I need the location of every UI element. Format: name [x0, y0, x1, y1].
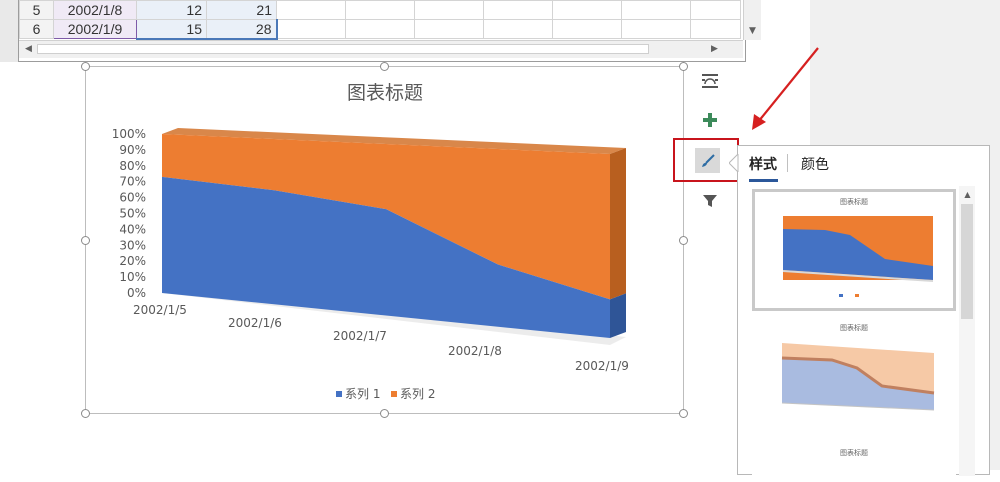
chart-elements-button[interactable] [697, 107, 723, 133]
tab-style[interactable]: 样式 [749, 154, 777, 174]
tab-color[interactable]: 颜色 [801, 154, 829, 174]
style-thumbnail-1[interactable]: 图表标题 [752, 189, 956, 311]
thumbnail-preview [781, 343, 935, 411]
chart-styles-button-bg [695, 148, 720, 173]
chart-styles-panel: 样式 颜色 图表标题 图表标题 图表标题 ▲ [729, 145, 990, 482]
paintbrush-icon [701, 153, 715, 167]
style-thumbnail-3[interactable]: 图表标题 [752, 442, 956, 482]
layout-options-icon [702, 74, 718, 88]
thumbnail-preview [783, 216, 933, 297]
scrollbar-thumb[interactable] [961, 204, 973, 319]
filter-icon [703, 195, 717, 207]
style-thumbnail-2[interactable]: 图表标题 [752, 318, 956, 433]
thumbnail-title: 图表标题 [840, 449, 868, 457]
chart-filters-button[interactable] [697, 188, 723, 214]
panel-pointer [729, 154, 739, 172]
chart-elements-icon [703, 113, 717, 127]
layout-options-button[interactable] [697, 68, 723, 94]
tab-divider [787, 154, 788, 172]
scroll-up-icon[interactable]: ▲ [960, 187, 975, 202]
active-tab-indicator [749, 179, 778, 182]
panel-scrollbar[interactable]: ▲ [959, 186, 975, 476]
